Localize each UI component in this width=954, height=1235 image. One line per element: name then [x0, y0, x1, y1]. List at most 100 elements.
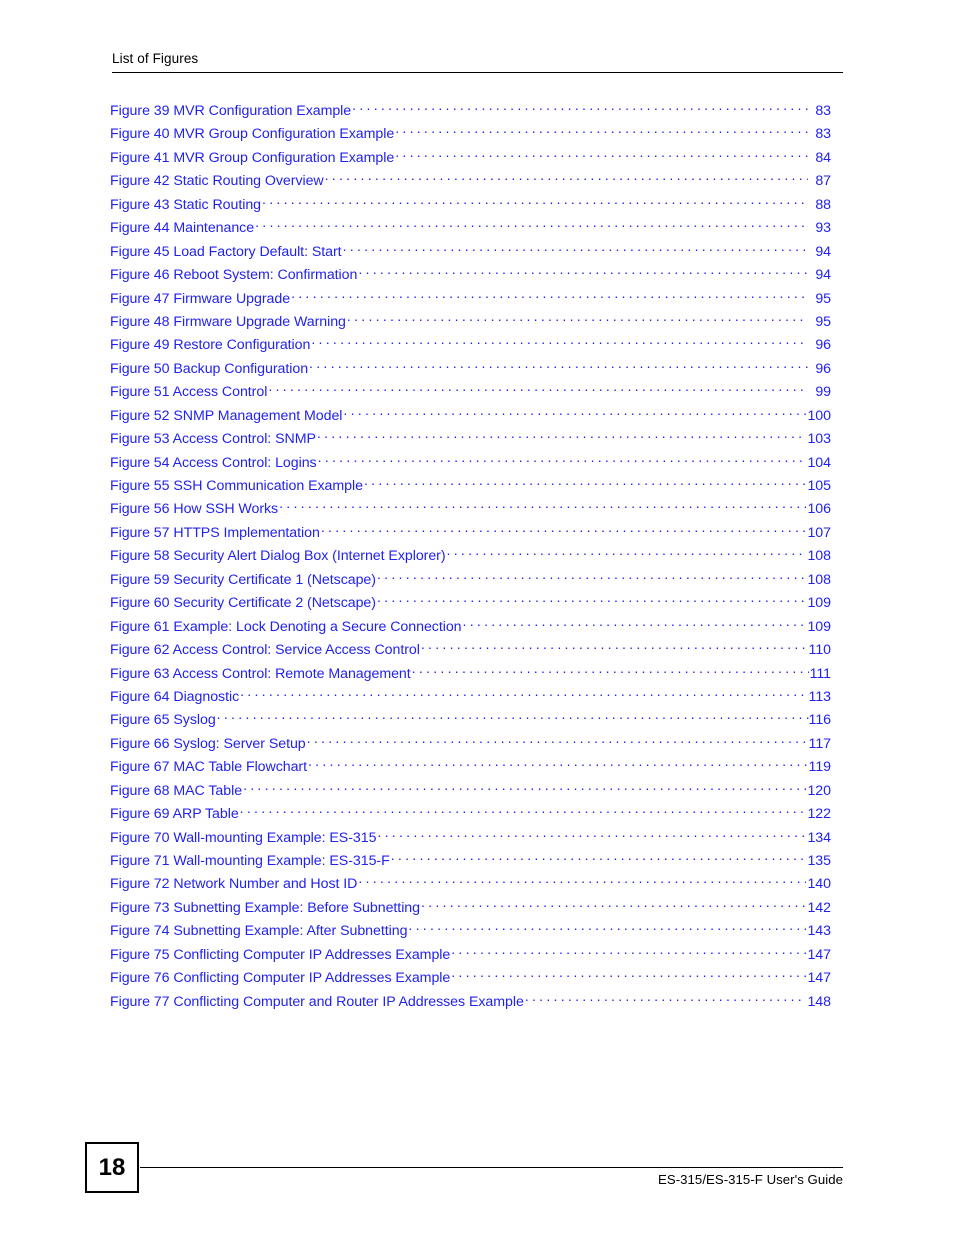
toc-leader-dots: [377, 593, 807, 607]
toc-leader-dots: [447, 546, 807, 560]
toc-entry-label: Figure 40 MVR Group Configuration Exampl…: [110, 126, 395, 143]
toc-entry[interactable]: Figure 50 Backup Configuration 96: [110, 359, 831, 382]
footer-divider: [140, 1167, 843, 1168]
toc-entry-label: Figure 68 MAC Table: [110, 782, 243, 799]
toc-entry[interactable]: Figure 52 SNMP Management Model 100: [110, 406, 831, 429]
toc-entry-label: Figure 75 Conflicting Computer IP Addres…: [110, 946, 451, 963]
toc-entry[interactable]: Figure 45 Load Factory Default: Start 94: [110, 242, 831, 265]
toc-entry-page-number: 111: [809, 665, 831, 682]
toc-leader-dots: [217, 710, 809, 724]
toc-entry[interactable]: Figure 46 Reboot System: Confirmation 94: [110, 265, 831, 288]
toc-leader-dots: [325, 171, 808, 185]
toc-entry-page-number: 108: [807, 571, 831, 588]
toc-entry-page-number: 106: [807, 501, 831, 518]
toc-leader-dots: [240, 687, 808, 701]
toc-entry-label: Figure 44 Maintenance: [110, 220, 255, 237]
toc-entry[interactable]: Figure 44 Maintenance 93: [110, 218, 831, 241]
toc-leader-dots: [358, 265, 808, 279]
toc-entry[interactable]: Figure 76 Conflicting Computer IP Addres…: [110, 968, 831, 991]
header-title: List of Figures: [112, 51, 199, 66]
toc-entry-label: Figure 73 Subnetting Example: Before Sub…: [110, 899, 420, 916]
toc-entry-label: Figure 47 Firmware Upgrade: [110, 290, 291, 307]
page-number: 18: [98, 1153, 126, 1181]
toc-entry-page-number: 119: [808, 759, 832, 776]
toc-entry-label: Figure 71 Wall-mounting Example: ES-315-…: [110, 853, 390, 869]
toc-entry[interactable]: Figure 77 Conflicting Computer and Route…: [110, 992, 831, 1015]
toc-entry-page-number: 113: [808, 688, 832, 705]
toc-leader-dots: [463, 617, 807, 631]
toc-leader-dots: [391, 851, 807, 865]
toc-entry-page-number: 96: [815, 360, 831, 377]
toc-entry-label: Figure 66 Syslog: Server Setup: [110, 735, 306, 752]
toc-leader-dots: [291, 289, 808, 303]
toc-entry-page-number: 94: [815, 243, 831, 260]
toc-entry[interactable]: Figure 62 Access Control: Service Access…: [110, 640, 831, 663]
toc-leader-dots: [358, 874, 806, 888]
toc-entry[interactable]: Figure 54 Access Control: Logins 104: [110, 453, 831, 476]
toc-entry[interactable]: Figure 57 HTTPS Implementation 107: [110, 523, 831, 546]
toc-entry-label: Figure 70 Wall-mounting Example: ES-315: [110, 829, 377, 846]
toc-entry-label: Figure 50 Backup Configuration: [110, 360, 309, 377]
toc-entry[interactable]: Figure 70 Wall-mounting Example: ES-315 1…: [110, 828, 831, 851]
toc-leader-dots: [421, 640, 809, 654]
toc-entry-page-number: 147: [807, 946, 831, 963]
toc-entry[interactable]: Figure 64 Diagnostic 113: [110, 687, 831, 710]
toc-entry-label: Figure 42 Static Routing Overview: [110, 173, 324, 190]
toc-leader-dots: [268, 382, 808, 396]
toc-entry[interactable]: Figure 49 Restore Configuration 96: [110, 335, 831, 358]
toc-entry-label: Figure 53 Access Control: SNMP: [110, 431, 316, 448]
toc-entry[interactable]: Figure 58 Security Alert Dialog Box (Int…: [110, 546, 831, 569]
toc-leader-dots: [343, 242, 808, 256]
toc-entry-label: Figure 55 SSH Communication Example: [110, 478, 363, 494]
toc-entry-label: Figure 61 Example: Lock Denoting a Secur…: [110, 618, 462, 635]
toc-entry[interactable]: Figure 39 MVR Configuration Example 83: [110, 101, 831, 124]
toc-entry-page-number: 108: [807, 548, 831, 565]
toc-entry[interactable]: Figure 71 Wall-mounting Example: ES-315-…: [110, 851, 831, 874]
toc-entry-label: Figure 54 Access Control: Logins: [110, 454, 317, 471]
toc-entry[interactable]: Figure 55 SSH Communication Example 105: [110, 476, 831, 499]
toc-entry[interactable]: Figure 48 Firmware Upgrade Warning 95: [110, 312, 831, 335]
toc-leader-dots: [352, 101, 808, 115]
toc-entry[interactable]: Figure 74 Subnetting Example: After Subn…: [110, 921, 831, 944]
toc-entry[interactable]: Figure 65 Syslog 116: [110, 710, 831, 733]
toc-entry[interactable]: Figure 60 Security Certificate 2 (Netsca…: [110, 593, 831, 616]
toc-entry-page-number: 84: [815, 149, 831, 166]
toc-entry-page-number: 110: [808, 642, 832, 659]
toc-entry[interactable]: Figure 51 Access Control 99: [110, 382, 831, 405]
toc-leader-dots: [240, 804, 807, 818]
toc-entry-label: Figure 39 MVR Configuration Example: [110, 103, 352, 119]
toc-entry-page-number: 107: [807, 524, 831, 541]
toc-entry[interactable]: Figure 40 MVR Group Configuration Exampl…: [110, 124, 831, 147]
toc-entry[interactable]: Figure 69 ARP Table 122: [110, 804, 831, 827]
header-divider: [112, 72, 843, 73]
toc-entry-label: Figure 69 ARP Table: [110, 806, 239, 823]
toc-entry[interactable]: Figure 68 MAC Table 120: [110, 781, 831, 804]
toc-entry[interactable]: Figure 41 MVR Group Configuration Exampl…: [110, 148, 831, 171]
toc-entry[interactable]: Figure 67 MAC Table Flowchart 119: [110, 757, 831, 780]
toc-entry[interactable]: Figure 72 Network Number and Host ID 140: [110, 874, 831, 897]
toc-entry-label: Figure 43 Static Routing: [110, 196, 262, 213]
toc-entry[interactable]: Figure 75 Conflicting Computer IP Addres…: [110, 945, 831, 968]
toc-entry[interactable]: Figure 73 Subnetting Example: Before Sub…: [110, 898, 831, 921]
toc-entry[interactable]: Figure 47 Firmware Upgrade 95: [110, 289, 831, 312]
toc-entry[interactable]: Figure 63 Access Control: Remote Managem…: [110, 664, 831, 687]
toc-entry[interactable]: Figure 43 Static Routing 88: [110, 195, 831, 218]
toc-leader-dots: [412, 664, 809, 678]
toc-entry[interactable]: Figure 53 Access Control: SNMP 103: [110, 429, 831, 452]
document-page: List of Figures Figure 39 MVR Configurat…: [0, 0, 954, 1235]
toc-entry[interactable]: Figure 56 How SSH Works 106: [110, 499, 831, 522]
toc-entry-label: Figure 60 Security Certificate 2 (Netsca…: [110, 595, 376, 612]
toc-entry[interactable]: Figure 42 Static Routing Overview 87: [110, 171, 831, 194]
toc-entry-page-number: 83: [815, 103, 831, 119]
toc-entry[interactable]: Figure 61 Example: Lock Denoting a Secur…: [110, 617, 831, 640]
toc-entry-page-number: 105: [807, 478, 831, 494]
toc-leader-dots: [307, 734, 809, 748]
toc-leader-dots: [395, 148, 808, 162]
toc-entry-page-number: 116: [808, 712, 832, 729]
toc-entry-page-number: 117: [808, 735, 832, 752]
toc-leader-dots: [395, 124, 808, 138]
toc-leader-dots: [279, 499, 806, 513]
toc-entry-label: Figure 57 HTTPS Implementation: [110, 524, 320, 541]
toc-entry[interactable]: Figure 66 Syslog: Server Setup 117: [110, 734, 831, 757]
toc-entry[interactable]: Figure 59 Security Certificate 1 (Netsca…: [110, 570, 831, 593]
